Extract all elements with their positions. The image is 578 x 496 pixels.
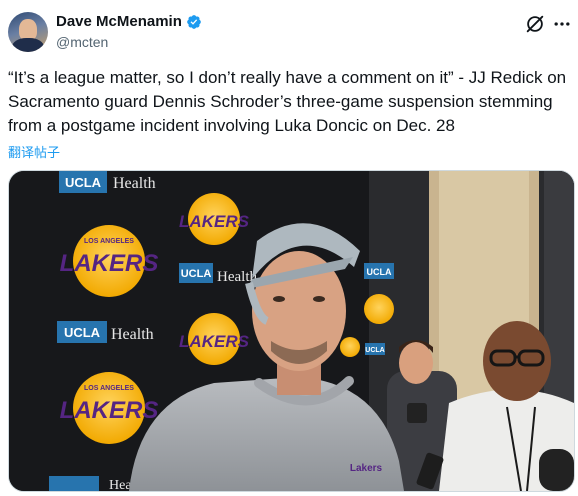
ucla-text: UCLA xyxy=(367,267,392,277)
more-options-icon[interactable] xyxy=(552,14,572,34)
ucla-text: UCLA xyxy=(64,325,101,340)
los-angeles-text: LOS ANGELES xyxy=(84,385,134,392)
ucla-text: UCLA xyxy=(65,175,102,190)
author-handle[interactable]: @mcten xyxy=(56,33,108,51)
author-avatar[interactable] xyxy=(8,12,48,52)
lakers-logo xyxy=(364,294,394,324)
lakers-text: LAKERS xyxy=(60,397,159,424)
lakers-text: LAKERS xyxy=(179,332,250,351)
hoodie-lakers-text: Lakers xyxy=(350,463,383,474)
tweet-post: Dave McMenamin @mcten “It’s a league mat… xyxy=(0,0,578,496)
ucla-health-banner: UCLA xyxy=(365,343,385,355)
author-name-row: Dave McMenamin xyxy=(56,12,202,32)
ucla-text: UCLA xyxy=(365,347,384,354)
ucla-health-banner: UCLA xyxy=(364,263,394,279)
media-scene: UCLA Health UCLA Health UCLA Health UCLA… xyxy=(9,171,574,491)
lakers-text: LAKERS xyxy=(60,250,159,277)
health-text: Health xyxy=(113,175,156,192)
avatar-body xyxy=(12,38,44,52)
health-text: Health xyxy=(111,326,154,343)
translate-post-link[interactable]: 翻译帖子 xyxy=(8,142,60,161)
grok-icon[interactable] xyxy=(524,13,546,35)
lakers-text: LAKERS xyxy=(179,212,250,231)
verified-badge-icon xyxy=(187,15,201,29)
los-angeles-text: LOS ANGELES xyxy=(84,238,134,245)
author-name[interactable]: Dave McMenamin xyxy=(56,12,182,32)
lakers-logo xyxy=(340,337,360,357)
tweet-media-photo[interactable]: UCLA Health UCLA Health UCLA Health UCLA… xyxy=(8,170,575,492)
tweet-text: “It’s a league matter, so I don’t really… xyxy=(8,68,571,135)
ucla-text: UCLA xyxy=(181,268,212,280)
